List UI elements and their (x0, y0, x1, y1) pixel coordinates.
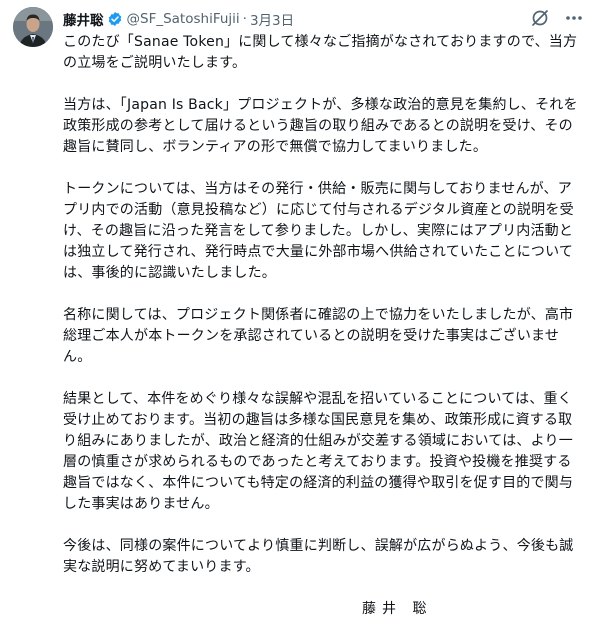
post-paragraph: このたび「Sanae Token」に関して様々なご指摘がなされておりますので、当… (63, 34, 578, 71)
post-body: このたび「Sanae Token」に関して様々なご指摘がなされておりますので、当… (63, 32, 583, 599)
post-date[interactable]: 3月3日 (250, 9, 294, 29)
grok-icon[interactable] (530, 8, 550, 28)
post-paragraph: 今後は、同様の案件についてより慎重に判断し、誤解が広がらぬよう、今後も誠実な説明… (63, 538, 574, 575)
signature: 藤井 聡 (362, 601, 433, 617)
post-paragraph: トークンについては、当方はその発行・供給・販売に関与しておりませんが、アプリ内で… (63, 181, 574, 281)
more-icon[interactable] (564, 8, 584, 28)
author-handle[interactable]: @SF_SatoshiFujii (127, 11, 240, 27)
avatar[interactable] (13, 7, 53, 47)
verified-badge-icon (107, 11, 123, 27)
post-paragraph: 名称に関しては、プロジェクト関係者に確認の上で協力をいたしましたが、高市総理ご本… (63, 307, 574, 365)
header-actions (530, 8, 584, 28)
post-header: 藤井聡 @SF_SatoshiFujii · 3月3日 (63, 8, 584, 30)
post-paragraph: 結果として、本件をめぐり様々な誤解や混乱を招いていることについては、重く受け止め… (63, 391, 574, 512)
author-name[interactable]: 藤井聡 (63, 9, 104, 29)
post-paragraph: 当方は、「Japan Is Back」プロジェクトが、多様な政治的意見を集約し、… (63, 97, 578, 155)
header-separator: · (242, 11, 247, 27)
